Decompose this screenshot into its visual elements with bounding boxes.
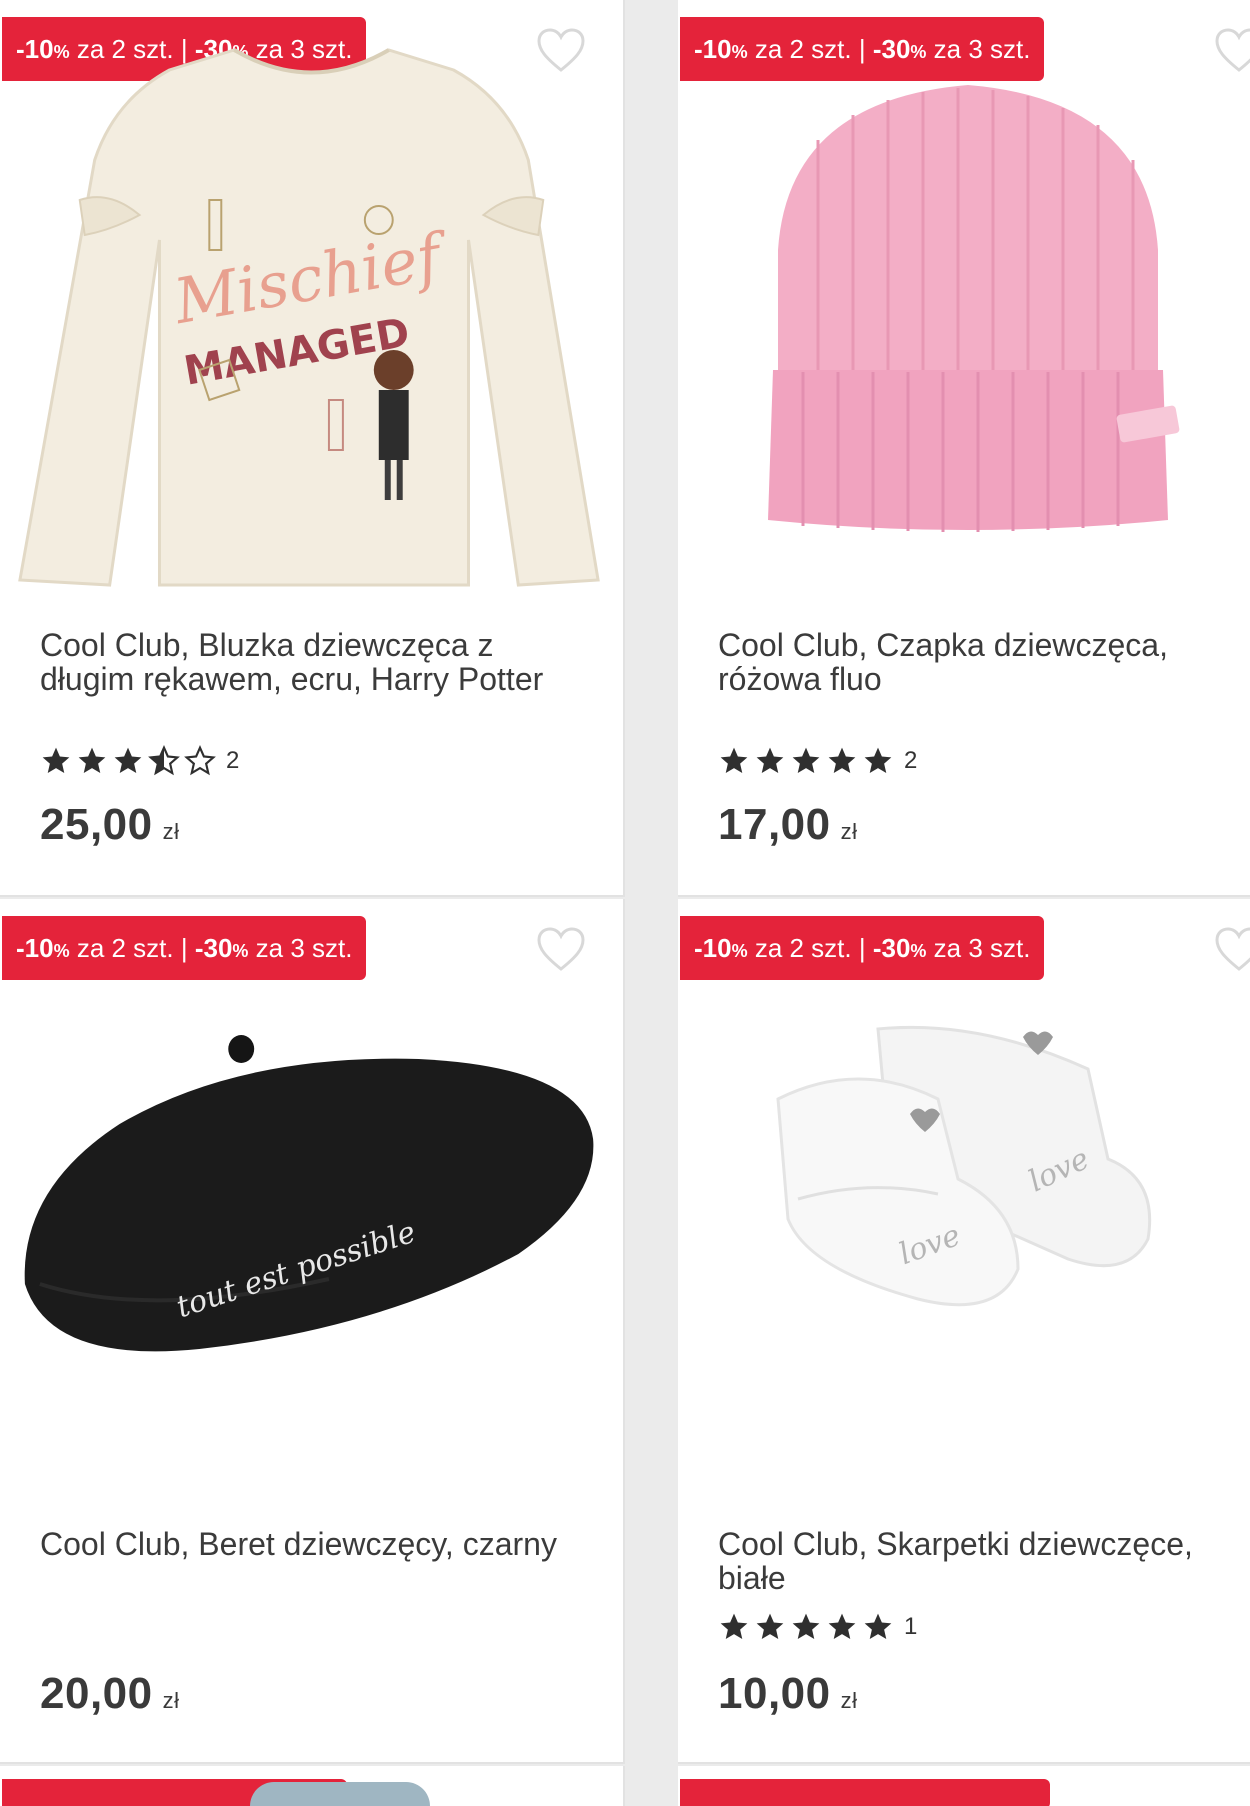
product-image-sweatshirt[interactable]: Mischief MANAGED — [0, 40, 623, 600]
product-card[interactable]: -10% za 2 szt. | -30% za 3 szt. love lov… — [678, 899, 1250, 1764]
star-half-icon — [148, 745, 180, 776]
star-full-icon — [720, 747, 748, 773]
product-card[interactable]: -10% za 2 szt. | -30% za 3 szt. Cool Clu… — [678, 0, 1250, 897]
star-full-icon — [114, 747, 142, 773]
product-card-partial[interactable] — [0, 1766, 625, 1806]
product-price: 20,00 zł — [40, 1669, 180, 1718]
review-count: 2 — [226, 747, 240, 774]
review-count: 1 — [904, 1613, 918, 1640]
product-image-partial — [250, 1782, 430, 1806]
product-card[interactable]: -10% za 2 szt. | -30% za 3 szt. Mischief… — [0, 0, 625, 897]
star-full-icon — [828, 747, 856, 773]
promo-badge: -10% za 2 szt. | -30% za 3 szt. — [680, 17, 1045, 81]
review-count: 2 — [904, 747, 918, 774]
product-image-beanie[interactable] — [678, 80, 1250, 560]
star-full-icon — [792, 1613, 820, 1639]
promo-badge: -10% za 2 szt. | -30% za 3 szt. — [680, 916, 1045, 980]
product-image-baby-socks[interactable]: love love — [678, 1019, 1250, 1309]
product-title[interactable]: Cool Club, Bluzka dziewczęca z długim rę… — [40, 628, 593, 696]
product-price: 17,00 zł — [718, 800, 858, 849]
star-full-icon — [828, 1613, 856, 1639]
star-full-icon — [720, 1613, 748, 1639]
star-full-icon — [864, 1613, 892, 1639]
product-image-beret[interactable]: tout est possible — [0, 1029, 623, 1379]
product-title[interactable]: Cool Club, Skarpetki dziewczęce, białe — [718, 1527, 1220, 1595]
favorite-heart-icon[interactable] — [536, 927, 586, 973]
promo-badge-partial — [680, 1779, 1050, 1806]
rating-stars: 2 — [40, 745, 239, 777]
star-full-icon — [78, 747, 106, 773]
product-title[interactable]: Cool Club, Beret dziewczęcy, czarny — [40, 1527, 593, 1561]
rating-stars: 2 — [718, 745, 917, 777]
star-full-icon — [756, 1613, 784, 1639]
star-full-icon — [756, 747, 784, 773]
product-price: 10,00 zł — [718, 1669, 858, 1718]
product-price: 25,00 zł — [40, 800, 180, 849]
star-full-icon — [792, 747, 820, 773]
rating-stars: 1 — [718, 1611, 917, 1643]
favorite-heart-icon[interactable] — [1214, 28, 1250, 74]
product-title[interactable]: Cool Club, Czapka dziewczęca, różowa flu… — [718, 628, 1220, 696]
star-empty-icon — [184, 745, 216, 776]
favorite-heart-icon[interactable] — [1214, 927, 1250, 973]
star-full-icon — [42, 747, 70, 773]
promo-badge: -10% za 2 szt. | -30% za 3 szt. — [2, 916, 367, 980]
product-card[interactable]: -10% za 2 szt. | -30% za 3 szt. tout est… — [0, 899, 625, 1764]
star-full-icon — [864, 747, 892, 773]
product-card-partial[interactable] — [678, 1766, 1250, 1806]
